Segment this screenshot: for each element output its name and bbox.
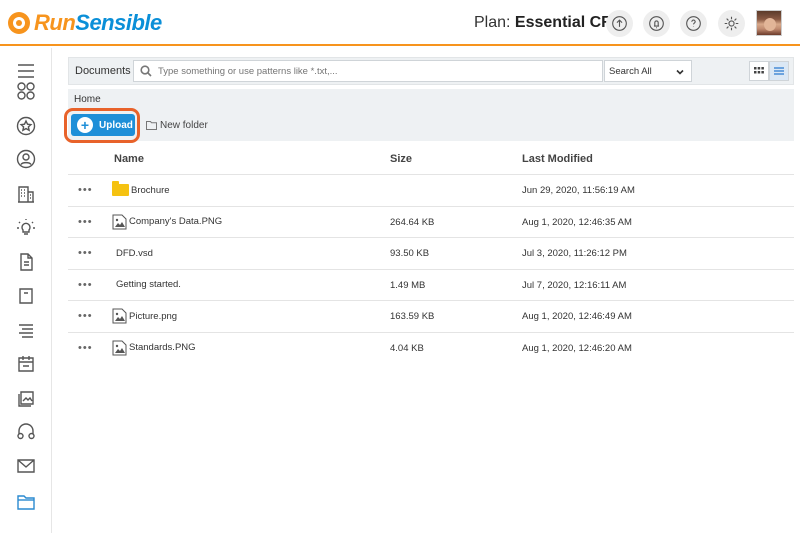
building-icon[interactable] (16, 184, 36, 204)
search-icon (140, 65, 152, 77)
bell-icon[interactable] (643, 10, 670, 37)
folder-outline-icon (146, 121, 157, 130)
sidebar (0, 48, 52, 533)
table-row[interactable]: ••• Getting started. 1.49 MB Jul 7, 2020… (68, 270, 794, 301)
table-row[interactable]: ••• Brochure Jun 29, 2020, 11:56:19 AM (68, 175, 794, 207)
row-menu-icon[interactable]: ••• (78, 342, 93, 354)
file-table: Name Size Last Modified ••• Brochure Jun… (68, 145, 794, 364)
image-file-icon (112, 340, 127, 355)
file-size: 4.04 KB (390, 342, 424, 354)
upload-label: Upload (99, 119, 133, 131)
star-icon[interactable] (16, 116, 36, 136)
logo[interactable]: RunSensible (8, 10, 162, 36)
file-modified: Jul 7, 2020, 12:16:11 AM (522, 279, 627, 291)
file-name-cell[interactable]: Standards.PNG (112, 339, 196, 357)
plan-label: Plan: (474, 14, 511, 31)
image-gallery-icon[interactable] (16, 388, 36, 408)
search-scope-value: Search All (609, 66, 652, 77)
file-name-cell[interactable]: DFD.vsd (112, 244, 153, 262)
new-folder-button[interactable]: New folder (146, 120, 208, 131)
table-row[interactable]: ••• Company's Data.PNG 264.64 KB Aug 1, … (68, 207, 794, 238)
breadcrumb: Home (68, 89, 794, 111)
file-icon (112, 277, 114, 293)
plus-icon: + (77, 117, 93, 133)
column-size[interactable]: Size (390, 153, 412, 165)
file-size: 264.64 KB (390, 216, 435, 228)
user-icon[interactable] (16, 149, 36, 169)
row-menu-icon[interactable]: ••• (78, 184, 93, 196)
table-header: Name Size Last Modified (68, 145, 794, 175)
menu-icon[interactable] (16, 61, 36, 81)
row-menu-icon[interactable]: ••• (78, 279, 93, 291)
headset-icon[interactable] (16, 422, 36, 442)
folder-icon[interactable] (16, 492, 36, 512)
table-row[interactable]: ••• Standards.PNG 4.04 KB Aug 1, 2020, 1… (68, 333, 794, 365)
file-name-cell[interactable]: Picture.png (112, 307, 177, 325)
view-toggle (749, 61, 789, 81)
row-menu-icon[interactable]: ••• (78, 310, 93, 322)
gear-icon[interactable] (718, 10, 745, 37)
file-name: Standards.PNG (129, 342, 196, 353)
image-file-icon (112, 308, 127, 324)
file-modified: Jun 29, 2020, 11:56:19 AM (522, 185, 635, 196)
help-icon[interactable] (680, 10, 707, 37)
breadcrumb-home[interactable]: Home (74, 94, 101, 105)
row-menu-icon[interactable]: ••• (78, 216, 93, 228)
logo-run: Run (34, 10, 76, 35)
logo-mark-icon (8, 12, 30, 34)
file-size: 93.50 KB (390, 248, 430, 259)
user-avatar[interactable] (756, 10, 782, 36)
image-file-icon (112, 214, 127, 229)
mail-icon[interactable] (16, 456, 36, 476)
logo-text: RunSensible (34, 10, 162, 36)
dashboard-icon[interactable] (16, 81, 36, 101)
file-size: 1.49 MB (390, 279, 426, 291)
archive-icon[interactable] (16, 286, 36, 306)
file-name: Brochure (131, 184, 170, 196)
file-name: Getting started. (116, 279, 181, 290)
chevron-down-icon (676, 69, 684, 75)
documents-toolbar: Documents Search All (68, 57, 794, 85)
file-modified: Aug 1, 2020, 12:46:20 AM (522, 342, 632, 354)
file-modified: Jul 3, 2020, 11:26:12 PM (522, 248, 627, 259)
lightbulb-icon[interactable] (16, 218, 36, 238)
file-name: Company's Data.PNG (129, 216, 223, 227)
column-last-modified[interactable]: Last Modified (522, 153, 593, 165)
file-name-cell[interactable]: Brochure (112, 181, 170, 199)
documents-label: Documents (75, 65, 131, 77)
search-scope-select[interactable]: Search All (604, 60, 692, 82)
grid-icon (754, 67, 764, 74)
action-bar: + Upload New folder (64, 108, 794, 143)
folder-icon (112, 181, 129, 196)
top-bar: RunSensible Plan: Essential CRM (0, 0, 800, 46)
search-input[interactable] (158, 65, 598, 77)
column-name[interactable]: Name (114, 153, 144, 165)
logo-sensible: Sensible (75, 10, 162, 35)
file-icon (112, 245, 114, 261)
file-modified: Aug 1, 2020, 12:46:49 AM (522, 311, 632, 322)
file-name: DFD.vsd (116, 247, 153, 259)
file-modified: Aug 1, 2020, 12:46:35 AM (522, 216, 632, 228)
row-menu-icon[interactable]: ••• (78, 247, 93, 259)
file-size: 163.59 KB (390, 311, 435, 322)
plan-indicator: Plan: Essential CRM (474, 14, 626, 32)
upload-button[interactable]: + Upload (71, 114, 135, 136)
search-box[interactable] (133, 60, 603, 82)
list-view-icon (774, 67, 784, 75)
file-name-cell[interactable]: Getting started. (112, 276, 181, 294)
phone-up-icon[interactable] (606, 10, 633, 37)
table-row[interactable]: ••• Picture.png 163.59 KB Aug 1, 2020, 1… (68, 301, 794, 333)
calendar-icon[interactable] (16, 354, 36, 374)
file-name: Picture.png (129, 310, 178, 322)
list-view-button[interactable] (769, 61, 789, 81)
grid-view-button[interactable] (749, 61, 769, 81)
new-folder-label: New folder (160, 120, 208, 131)
table-row[interactable]: ••• DFD.vsd 93.50 KB Jul 3, 2020, 11:26:… (68, 238, 794, 270)
list-icon[interactable] (16, 320, 36, 340)
document-icon[interactable] (16, 252, 36, 272)
file-name-cell[interactable]: Company's Data.PNG (112, 213, 222, 231)
